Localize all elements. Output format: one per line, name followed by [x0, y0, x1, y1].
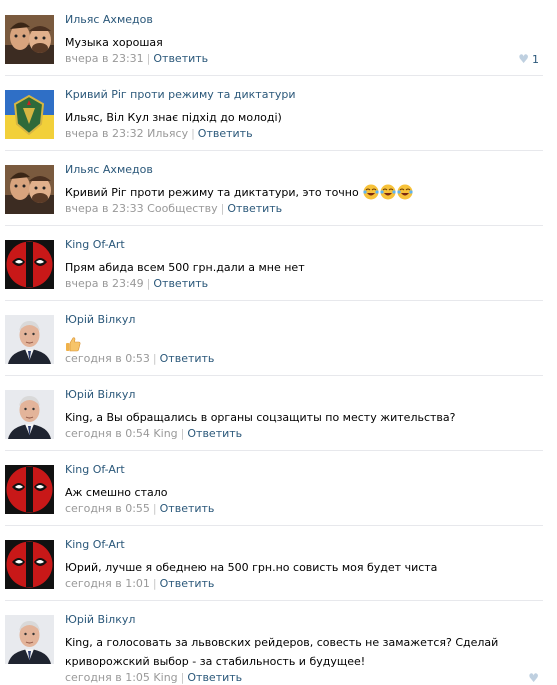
- reply-link[interactable]: Ответить: [187, 427, 242, 440]
- comment: Ильяс Ахмедов Музыка хорошая вчера в 23:…: [0, 0, 557, 75]
- comment: Кривий Ріг проти режиму та диктатури Иль…: [0, 75, 557, 150]
- comment: King Of-Art Юрий, лучше я обеднею на 500…: [0, 525, 557, 600]
- reply-link[interactable]: Ответить: [160, 577, 215, 590]
- avatar[interactable]: [5, 240, 54, 289]
- reply-link[interactable]: Ответить: [153, 277, 208, 290]
- avatar[interactable]: [5, 15, 54, 64]
- author-link[interactable]: Юрій Вілкул: [65, 388, 135, 401]
- avatar[interactable]: [5, 165, 54, 214]
- comment-meta: вчера в 23:49 | Ответить: [65, 277, 209, 290]
- reply-link[interactable]: Ответить: [160, 352, 215, 365]
- comment-meta: сегодня в 1:01 | Ответить: [65, 577, 215, 590]
- separator: [5, 150, 543, 151]
- separator: [5, 600, 543, 601]
- comment-meta: сегодня в 0:55 | Ответить: [65, 502, 215, 515]
- author-link[interactable]: Ильяс Ахмедов: [65, 13, 153, 26]
- author-link[interactable]: King Of-Art: [65, 463, 125, 476]
- comment-text-content: Кривий Ріг проти режиму та диктатури, эт…: [65, 186, 359, 199]
- comment-text: Прям абида всем 500 грн.дали а мне нет: [65, 261, 305, 274]
- reply-link[interactable]: Ответить: [187, 671, 242, 684]
- separator: [5, 225, 543, 226]
- comment-meta: сегодня в 1:05 King | Ответить: [65, 671, 243, 684]
- comment-text: Музыка хорошая: [65, 36, 163, 49]
- comment-text: Аж смешно стало: [65, 486, 168, 499]
- reply-link[interactable]: Ответить: [227, 202, 282, 215]
- separator: [5, 300, 543, 301]
- comments-feed: Ильяс Ахмедов Музыка хорошая вчера в 23:…: [0, 0, 557, 685]
- avatar[interactable]: [5, 315, 54, 364]
- comment-meta: вчера в 23:32 Ильясу | Ответить: [65, 127, 253, 140]
- like-button[interactable]: ♥ 1: [518, 52, 539, 66]
- comment-meta: сегодня в 0:53 | Ответить: [65, 352, 215, 365]
- reply-link[interactable]: Ответить: [198, 127, 253, 140]
- avatar[interactable]: [5, 615, 54, 664]
- comment: King Of-Art Аж смешно стало сегодня в 0:…: [0, 450, 557, 525]
- comment-text: King, а голосовать за львовских рейдеров…: [65, 636, 499, 668]
- laughing-tears-icon: [380, 184, 396, 206]
- comment: Юрій Вілкул King, а Вы обращались в орга…: [0, 375, 557, 450]
- author-link[interactable]: King Of-Art: [65, 538, 125, 551]
- separator: [5, 75, 543, 76]
- author-link[interactable]: Юрій Вілкул: [65, 613, 135, 626]
- timestamp[interactable]: вчера в 23:32: [65, 127, 144, 140]
- heart-icon: ♥: [518, 52, 529, 66]
- comment: Юрій Вілкул King, а голосовать за львовс…: [0, 600, 557, 685]
- reply-to[interactable]: King: [153, 427, 177, 440]
- timestamp[interactable]: вчера в 23:33: [65, 202, 144, 215]
- comment-text: King, а Вы обращались в органы соцзащиты…: [65, 411, 456, 424]
- reply-to[interactable]: King: [153, 671, 177, 684]
- avatar[interactable]: [5, 390, 54, 439]
- avatar[interactable]: [5, 90, 54, 139]
- author-link[interactable]: Юрій Вілкул: [65, 313, 135, 326]
- timestamp[interactable]: сегодня в 1:01: [65, 577, 150, 590]
- timestamp[interactable]: сегодня в 0:53: [65, 352, 150, 365]
- separator: [5, 450, 543, 451]
- heart-icon[interactable]: ♥: [528, 671, 539, 685]
- comment-text: Юрий, лучше я обеднею на 500 грн.но сови…: [65, 561, 438, 574]
- comment: King Of-Art Прям абида всем 500 грн.дали…: [0, 225, 557, 300]
- comment-text: Ильяс, Віл Кул знає підхід до молоді): [65, 111, 282, 124]
- comment: Юрій Вілкул сегодня в 0:53 | Ответить: [0, 300, 557, 375]
- timestamp[interactable]: сегодня в 0:55: [65, 502, 150, 515]
- author-link[interactable]: Кривий Ріг проти режиму та диктатури: [65, 88, 296, 101]
- like-count: 1: [532, 53, 539, 66]
- comment-meta: вчера в 23:31 | Ответить: [65, 52, 209, 65]
- comment-meta: вчера в 23:33 Сообществу | Ответить: [65, 202, 283, 215]
- timestamp[interactable]: сегодня в 0:54: [65, 427, 150, 440]
- reply-link[interactable]: Ответить: [153, 52, 208, 65]
- timestamp[interactable]: вчера в 23:31: [65, 52, 144, 65]
- avatar[interactable]: [5, 465, 54, 514]
- timestamp[interactable]: вчера в 23:49: [65, 277, 144, 290]
- timestamp[interactable]: сегодня в 1:05: [65, 671, 150, 684]
- author-link[interactable]: Ильяс Ахмедов: [65, 163, 153, 176]
- avatar[interactable]: [5, 540, 54, 589]
- comment-meta: сегодня в 0:54 King | Ответить: [65, 427, 243, 440]
- reply-to[interactable]: Сообществу: [147, 202, 218, 215]
- laughing-tears-icon: [363, 184, 379, 206]
- comment: Ильяс Ахмедов Кривий Ріг проти режиму та…: [0, 150, 557, 225]
- reply-link[interactable]: Ответить: [160, 502, 215, 515]
- laughing-tears-icon: [397, 184, 413, 206]
- author-link[interactable]: King Of-Art: [65, 238, 125, 251]
- separator: [5, 375, 543, 376]
- reply-to[interactable]: Ильясу: [147, 127, 188, 140]
- separator: [5, 525, 543, 526]
